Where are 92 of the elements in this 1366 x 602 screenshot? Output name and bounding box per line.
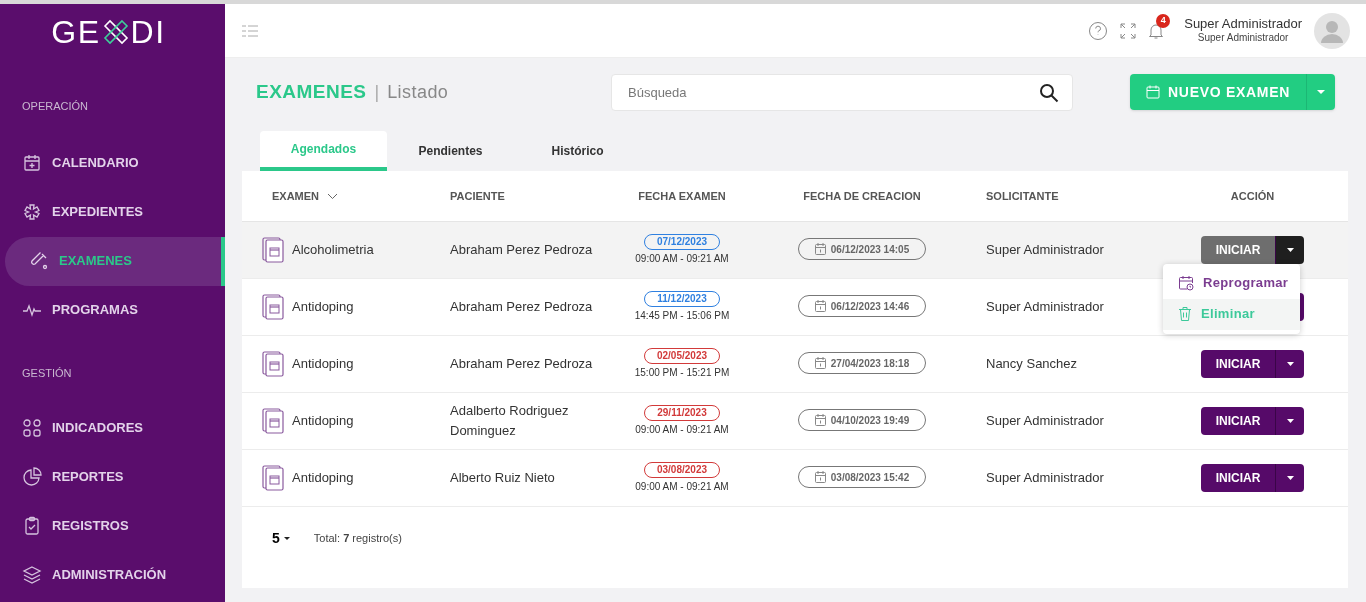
user-name: Super Administrador [1184, 16, 1302, 33]
tab[interactable]: Histórico [514, 131, 641, 171]
sidebar-item[interactable]: PROGRAMAS [0, 285, 225, 335]
pie-chart-icon [22, 466, 42, 487]
start-button[interactable]: INICIAR [1201, 235, 1275, 264]
calendar-icon [814, 471, 826, 484]
calendar-icon [814, 357, 826, 370]
sort-icon[interactable] [327, 193, 339, 201]
table-cell: Super Administrador [986, 298, 1104, 314]
search-field[interactable]: Búsqueda [611, 73, 1073, 111]
table-cell: Abraham Perez Pedroza [450, 298, 593, 314]
dropdown-toggle[interactable] [1275, 463, 1304, 492]
user-role: Super Administrador [1197, 32, 1289, 45]
dropdown-toggle[interactable] [1306, 74, 1335, 110]
logo-text: GE [51, 13, 101, 52]
sidebar-item[interactable]: EXPEDIENTES [0, 187, 225, 237]
dropdown-toggle[interactable] [1275, 406, 1304, 435]
table-row[interactable]: Antidoping Alberto Ruiz Nieto 03/08/2023 09:00 AM - 09:21 AM 03/08/2023 15:42 Super Administrador INICIAR [242, 449, 1348, 506]
calendar-file-icon [262, 464, 284, 491]
time-range: 09:00 AM - 09:21 AM [635, 422, 729, 437]
calendar-file-icon [262, 293, 284, 320]
sidebar-item[interactable]: EXAMENES [5, 236, 225, 286]
calendar-file-icon [262, 350, 284, 377]
table-cell: Super Administrador [986, 469, 1104, 485]
trash-icon [1178, 306, 1192, 322]
page-title: EXAMENES [256, 79, 367, 104]
table-cell: Abraham Perez Pedroza [450, 355, 593, 371]
calendar-file-icon [262, 407, 284, 434]
table-cell-text: Antidoping [292, 354, 354, 373]
calendar-clock-icon [1178, 275, 1194, 291]
calendar-icon [1146, 85, 1160, 99]
sidebar-item[interactable]: REPORTES [0, 452, 225, 501]
clipboard-icon [22, 515, 42, 536]
search-icon[interactable] [1039, 82, 1059, 103]
table-row[interactable]: Antidoping Adalberto Rodriguez Dominguez 29/11/2023 09:00 AM - 09:21 AM 04/10/2023 19:49 Super Administrador INICIAR [242, 392, 1348, 449]
column-header[interactable]: EXAMEN [272, 189, 320, 202]
section-title: OPERACIÓN [21, 99, 89, 114]
table-cell-text: Antidoping [292, 468, 354, 487]
table-cell: Super Administrador [986, 412, 1104, 428]
table-cell-text: Alcoholimetria [292, 240, 374, 259]
table-row[interactable]: Antidoping Abraham Perez Pedroza 02/05/2023 15:00 PM - 15:21 PM 27/04/2023 18:18 Nancy Sanchez INICIAR [242, 335, 1348, 392]
logo-text: DI [130, 13, 166, 52]
dropdown-toggle[interactable] [1275, 235, 1304, 264]
help-icon[interactable] [1088, 20, 1109, 41]
calendar-icon [814, 414, 826, 427]
total-count: Total: 7 registro(s) [313, 531, 402, 547]
time-range: 09:00 AM - 09:21 AM [635, 251, 729, 266]
calendar-icon [22, 153, 42, 173]
fullscreen-icon[interactable] [1120, 22, 1137, 39]
sidebar-item[interactable]: ADMINISTRACIÓN [0, 550, 225, 599]
table-cell: Alberto Ruiz Nieto [450, 469, 555, 485]
test-tube-icon [29, 251, 49, 271]
bell-icon[interactable] [1148, 21, 1165, 40]
layers-icon [22, 564, 42, 585]
caret-icon [1286, 475, 1294, 480]
time-range: 14:45 PM - 15:06 PM [634, 308, 730, 323]
tab[interactable]: Pendientes [387, 131, 514, 171]
calendar-icon [814, 243, 826, 256]
section-title: GESTIÓN [21, 365, 73, 381]
time-range: 15:00 PM - 15:21 PM [634, 365, 730, 380]
table-cell-text: Antidoping [292, 297, 354, 316]
grid-icon [22, 417, 42, 438]
start-button[interactable]: INICIAR [1201, 406, 1275, 435]
page-size-select[interactable]: 5 [272, 528, 290, 549]
start-button[interactable]: INICIAR [1201, 349, 1275, 378]
caret-icon [1286, 361, 1294, 366]
table-cell-text: Antidoping [292, 411, 354, 430]
caret-icon [1286, 247, 1294, 252]
table-cell: Super Administrador [986, 241, 1104, 257]
start-button[interactable]: INICIAR [1201, 463, 1275, 492]
sidebar-item[interactable]: INDICADORES [0, 403, 225, 452]
notification-badge: 4 [1156, 13, 1171, 28]
title-separator: | [374, 80, 380, 104]
caret-icon [1286, 418, 1294, 423]
dropdown-toggle[interactable] [1275, 349, 1304, 378]
sidebar-item[interactable]: CALENDARIO [0, 138, 225, 188]
sidebar-item[interactable]: REGISTROS [0, 501, 225, 550]
table-cell: Abraham Perez Pedroza [450, 241, 593, 257]
column-header[interactable]: FECHA EXAMEN [638, 189, 726, 202]
column-header[interactable]: FECHA DE CREACION [803, 189, 921, 202]
column-header[interactable]: SOLICITANTE [986, 189, 1059, 202]
column-header[interactable]: ACCIÓN [1230, 189, 1275, 202]
table-cell: Nancy Sanchez [986, 355, 1078, 371]
time-range: 09:00 AM - 09:21 AM [635, 479, 729, 494]
caret-icon [283, 537, 290, 540]
page-subtitle: Listado [387, 80, 449, 104]
calendar-file-icon [262, 236, 284, 263]
asterisk-icon [22, 202, 42, 222]
column-header[interactable]: PACIENTE [450, 189, 505, 202]
table-cell: Adalberto Rodriguez Dominguez [450, 402, 569, 438]
calendar-icon [814, 300, 826, 313]
caret-icon [1317, 90, 1325, 94]
